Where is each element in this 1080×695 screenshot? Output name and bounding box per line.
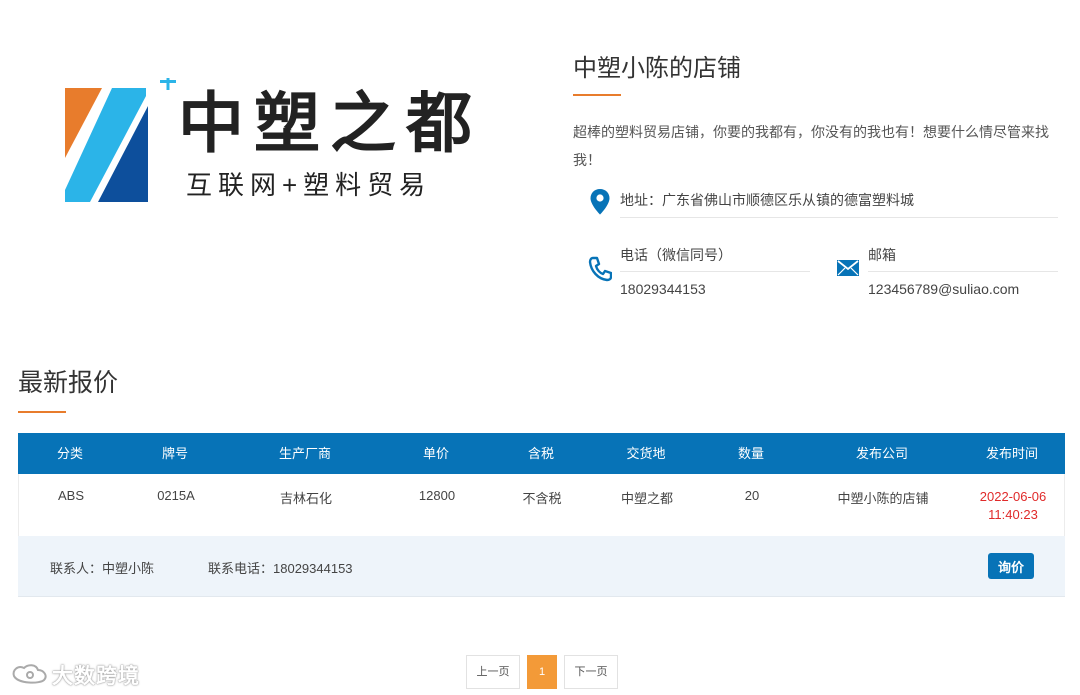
cell-delivery: 中塑之都 [620, 491, 674, 506]
shop-name: 中塑小陈的店铺 [573, 55, 741, 82]
contact-phone: 联系电话：18029344153 [208, 561, 353, 576]
next-page-button[interactable]: 下一页 [564, 655, 618, 689]
logo-mark [62, 74, 182, 204]
contact-row: 联系人：中塑小陈 联系电话：18029344153 询价 [18, 536, 1065, 597]
table-header: 分类 牌号 生产厂商 单价 含税 交货地 数量 发布公司 发布时间 [18, 433, 1065, 474]
logo-title: 中塑之都 [178, 86, 482, 160]
phone-value: 18029344153 [620, 281, 706, 297]
shop-description: 超棒的塑料贸易店铺，你要的我都有，你没有的我也有！想要什么情尽管来找我！ [573, 124, 1049, 168]
mail-icon [836, 258, 860, 282]
col-price: 单价 [422, 446, 450, 461]
logo-subtitle: 互联网+塑料贸易 [186, 170, 432, 200]
contact-person: 联系人：中塑小陈 [50, 561, 155, 576]
email-divider [868, 271, 1058, 272]
location-pin-icon [588, 188, 612, 215]
cell-clock: 11:40:23 [988, 507, 1038, 522]
section-title: 最新报价 [18, 369, 119, 397]
col-category: 分类 [56, 446, 84, 461]
phone-icon [588, 256, 613, 282]
email-label: 邮箱 [868, 247, 896, 263]
watermark-text: 大数跨境 [52, 665, 140, 688]
email-value: 123456789@suliao.com [868, 281, 1020, 297]
phone-label: 电话（微信同号） [620, 247, 732, 263]
section-title-underline [18, 411, 66, 413]
cell-price: 12800 [418, 488, 456, 503]
prev-page-button[interactable]: 上一页 [466, 655, 520, 689]
col-time: 发布时间 [985, 446, 1039, 461]
shop-address: 地址：广东省佛山市顺德区乐从镇的德富塑料城 [620, 192, 914, 208]
cell-manufacturer: 吉林石化 [279, 491, 333, 506]
col-quantity: 数量 [737, 446, 765, 461]
inquiry-button[interactable]: 询价 [988, 553, 1034, 579]
address-divider [620, 217, 1058, 218]
col-tax: 含税 [527, 446, 555, 461]
cell-date: 2022-06-06 [979, 489, 1047, 504]
phone-divider [620, 271, 810, 272]
col-delivery: 交货地 [626, 446, 666, 461]
table-row: ABS 0215A 吉林石化 12800 不含税 中塑之都 20 中塑小陈的店铺… [18, 474, 1065, 536]
col-manufacturer: 生产厂商 [278, 446, 332, 461]
cell-time: 2022-06-06 11:40:23 [980, 488, 1047, 524]
cell-category: ABS [57, 488, 85, 503]
col-company: 发布公司 [855, 446, 909, 461]
cell-quantity: 20 [744, 488, 760, 503]
page-1-button[interactable]: 1 [527, 655, 557, 689]
cell-tax: 不含税 [522, 491, 562, 506]
cell-company: 中塑小陈的店铺 [837, 491, 929, 506]
shop-name-underline [573, 94, 621, 96]
col-grade: 牌号 [161, 446, 189, 461]
cell-grade: 0215A [157, 488, 195, 503]
watermark-logo-icon [10, 662, 50, 691]
